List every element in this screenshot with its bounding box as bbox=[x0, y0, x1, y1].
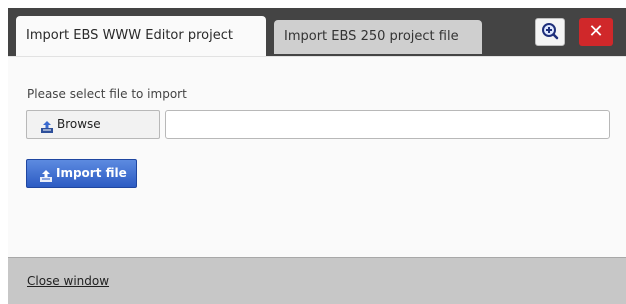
close-x-icon: ✕ bbox=[588, 21, 604, 42]
import-file-label: Import file bbox=[56, 166, 127, 180]
file-path-input[interactable] bbox=[165, 110, 610, 139]
tab-import-www-editor[interactable]: Import EBS WWW Editor project bbox=[16, 16, 266, 56]
close-dialog-button[interactable]: ✕ bbox=[579, 18, 613, 46]
import-file-button[interactable]: Import file bbox=[26, 159, 137, 188]
select-file-prompt: Please select file to import bbox=[27, 87, 187, 101]
close-window-link[interactable]: Close window bbox=[27, 274, 109, 288]
tab-import-ebs-250[interactable]: Import EBS 250 project file bbox=[274, 20, 482, 54]
upload-icon bbox=[40, 117, 54, 144]
upload-icon bbox=[39, 166, 53, 193]
magnifier-plus-icon bbox=[542, 23, 559, 40]
browse-button[interactable]: Browse bbox=[26, 110, 160, 139]
dialog-footer: Close window bbox=[8, 257, 626, 304]
import-dialog: Import EBS WWW Editor project Import EBS… bbox=[8, 8, 626, 304]
browse-label: Browse bbox=[57, 117, 101, 131]
dialog-header: Import EBS WWW Editor project Import EBS… bbox=[8, 8, 626, 56]
zoom-button[interactable] bbox=[535, 18, 565, 46]
dialog-body: Please select file to import Browse Impo… bbox=[8, 56, 626, 257]
